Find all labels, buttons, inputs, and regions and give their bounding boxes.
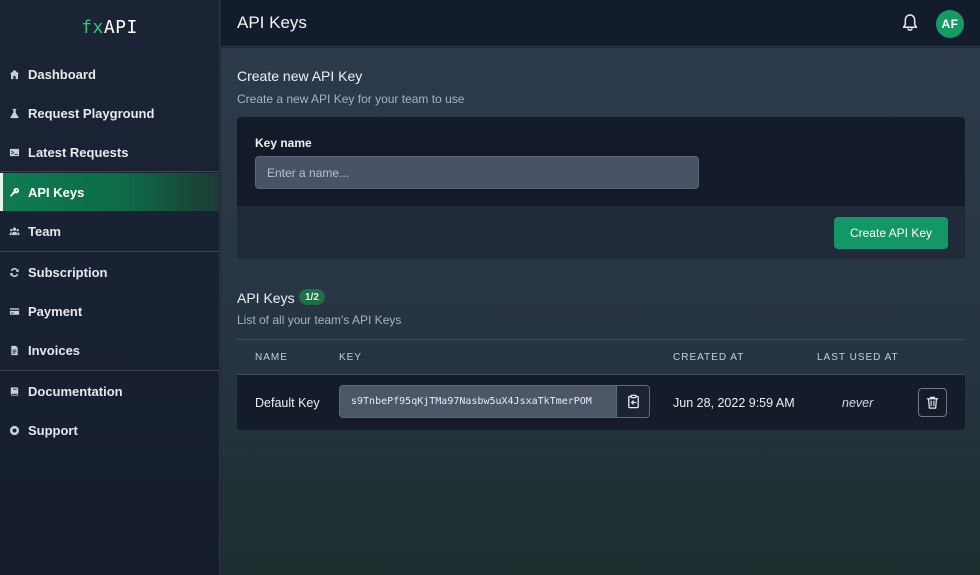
sidebar-item-documentation[interactable]: Documentation: [0, 372, 220, 410]
sidebar-item-payment[interactable]: Payment: [0, 292, 220, 330]
bell-icon[interactable]: [901, 13, 919, 33]
create-section-subtitle: Create a new API Key for your team to us…: [237, 92, 465, 106]
page-title: API Keys: [237, 13, 307, 32]
sidebar-divider: [0, 251, 220, 252]
sidebar-item-label: Team: [28, 223, 61, 239]
flask-icon: [9, 108, 20, 119]
delete-key-button[interactable]: [918, 388, 947, 417]
column-header-name: NAME: [255, 352, 288, 363]
logo-api: API: [103, 16, 138, 38]
terminal-icon: [9, 147, 20, 158]
sidebar-item-subscription[interactable]: Subscription: [0, 253, 220, 291]
sidebar-item-dashboard[interactable]: Dashboard: [0, 55, 220, 93]
create-section-title: Create new API Key: [237, 68, 363, 84]
column-header-created: CREATED AT: [673, 352, 745, 363]
sidebar-item-label: API Keys: [28, 184, 85, 200]
sidebar-item-label: Dashboard: [28, 66, 96, 82]
table-row: Default Key s9TnbePf95qKjTMa97Nasbw5uX4J…: [237, 375, 965, 430]
last-used-cell: never: [842, 395, 874, 410]
key-icon: [9, 187, 20, 198]
api-keys-table: NAME KEY CREATED AT LAST USED AT Default…: [237, 339, 965, 430]
sidebar-divider: [0, 370, 220, 371]
keys-section-subtitle: List of all your team's API Keys: [237, 313, 402, 327]
credit-card-icon: [9, 306, 20, 317]
copy-clipboard-icon[interactable]: [616, 386, 649, 417]
users-icon: [9, 226, 20, 237]
sidebar-item-label: Request Playground: [28, 105, 155, 121]
key-name-input[interactable]: [255, 156, 699, 189]
keys-section-title: API Keys: [237, 290, 295, 306]
table-header: NAME KEY CREATED AT LAST USED AT: [237, 339, 965, 375]
sidebar-item-label: Subscription: [28, 264, 108, 280]
api-key-field[interactable]: s9TnbePf95qKjTMa97Nasbw5uX4JsxaTkTmerPOM: [339, 385, 650, 418]
sidebar-item-api-keys[interactable]: API Keys: [0, 173, 220, 211]
sidebar-item-support[interactable]: Support: [0, 411, 220, 449]
sidebar-item-team[interactable]: Team: [0, 212, 220, 250]
sidebar-item-label: Payment: [28, 303, 83, 319]
created-at-cell: Jun 28, 2022 9:59 AM: [673, 395, 795, 410]
key-name-cell: Default Key: [255, 395, 320, 410]
key-count-badge: 1/2: [299, 289, 325, 305]
lifebuoy-icon: [9, 425, 20, 436]
top-header: API Keys AF: [221, 0, 980, 47]
column-header-last-used: LAST USED AT: [817, 352, 899, 363]
sidebar-item-request-playground[interactable]: Request Playground: [0, 94, 220, 132]
create-api-key-button[interactable]: Create API Key: [834, 217, 948, 249]
create-key-card: Key name Create API Key: [237, 117, 965, 259]
column-header-key: KEY: [339, 352, 363, 363]
document-icon: [9, 345, 20, 356]
home-icon: [9, 69, 20, 80]
key-name-label: Key name: [255, 136, 312, 150]
refresh-icon: [9, 267, 20, 278]
logo-fx: fx: [81, 16, 104, 38]
book-icon: [9, 386, 20, 397]
sidebar-item-label: Invoices: [28, 342, 81, 358]
sidebar-item-label: Latest Requests: [28, 144, 129, 160]
sidebar-item-label: Documentation: [28, 383, 123, 399]
sidebar-divider: [0, 171, 220, 172]
sidebar-item-invoices[interactable]: Invoices: [0, 331, 220, 369]
main-content: Create new API Key Create a new API Key …: [221, 48, 980, 575]
app-logo[interactable]: fx API: [0, 0, 219, 54]
sidebar-item-latest-requests[interactable]: Latest Requests: [0, 133, 220, 171]
avatar[interactable]: AF: [936, 10, 964, 38]
sidebar-item-label: Support: [28, 422, 78, 438]
sidebar: fx API Dashboard Request Playground Lates…: [0, 0, 220, 575]
api-key-value[interactable]: s9TnbePf95qKjTMa97Nasbw5uX4JsxaTkTmerPOM: [340, 396, 616, 407]
trash-icon: [926, 396, 939, 409]
